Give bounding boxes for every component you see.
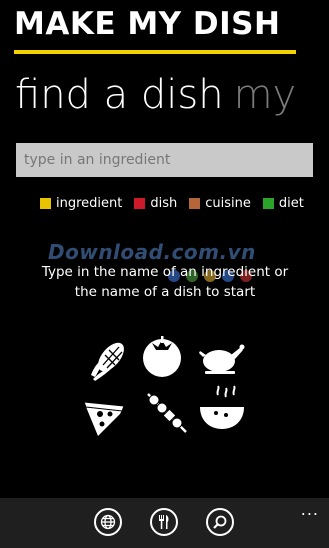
legend-swatch: [262, 198, 274, 209]
legend-item-dish: dish: [134, 196, 177, 211]
legend-swatch: [134, 198, 146, 209]
legend-item-diet: diet: [262, 196, 304, 211]
pivot-header: find a dish my: [15, 72, 296, 118]
chicken-icon[interactable]: [197, 335, 245, 383]
soup-bowl-icon[interactable]: [198, 385, 246, 433]
watermark: Download.com.vn: [48, 240, 256, 264]
pivot-find-a-dish[interactable]: find a dish: [15, 72, 224, 118]
app-title: MAKE MY DISH: [14, 6, 281, 42]
tomato-icon[interactable]: [138, 331, 186, 379]
globe-icon: [100, 514, 116, 530]
ingredient-search-input[interactable]: [16, 143, 313, 177]
legend-swatch: [189, 198, 201, 209]
search-icon: [213, 515, 227, 529]
cutlery-icon: [159, 515, 169, 529]
legend-label: cuisine: [205, 196, 251, 211]
app-bar: ...: [0, 498, 329, 548]
kebab-icon[interactable]: [142, 388, 190, 436]
legend-item-cuisine: cuisine: [189, 196, 251, 211]
pivot-my[interactable]: my: [234, 72, 297, 118]
recipes-button[interactable]: [150, 508, 178, 536]
legend-label: diet: [278, 196, 304, 211]
explore-button[interactable]: [94, 508, 122, 536]
legend-item-ingredient: ingredient: [40, 196, 122, 211]
legend: ingredient dish cuisine diet: [40, 196, 304, 211]
corn-icon[interactable]: [85, 335, 133, 383]
title-underline: [14, 50, 296, 54]
legend-label: ingredient: [56, 196, 123, 211]
legend-label: dish: [150, 196, 178, 211]
pizza-slice-icon[interactable]: [80, 392, 128, 440]
more-options-button[interactable]: ...: [301, 500, 319, 519]
search-button[interactable]: [206, 508, 234, 536]
legend-swatch: [40, 198, 51, 209]
start-hint: Type in the name of an ingredient or the…: [41, 264, 289, 300]
